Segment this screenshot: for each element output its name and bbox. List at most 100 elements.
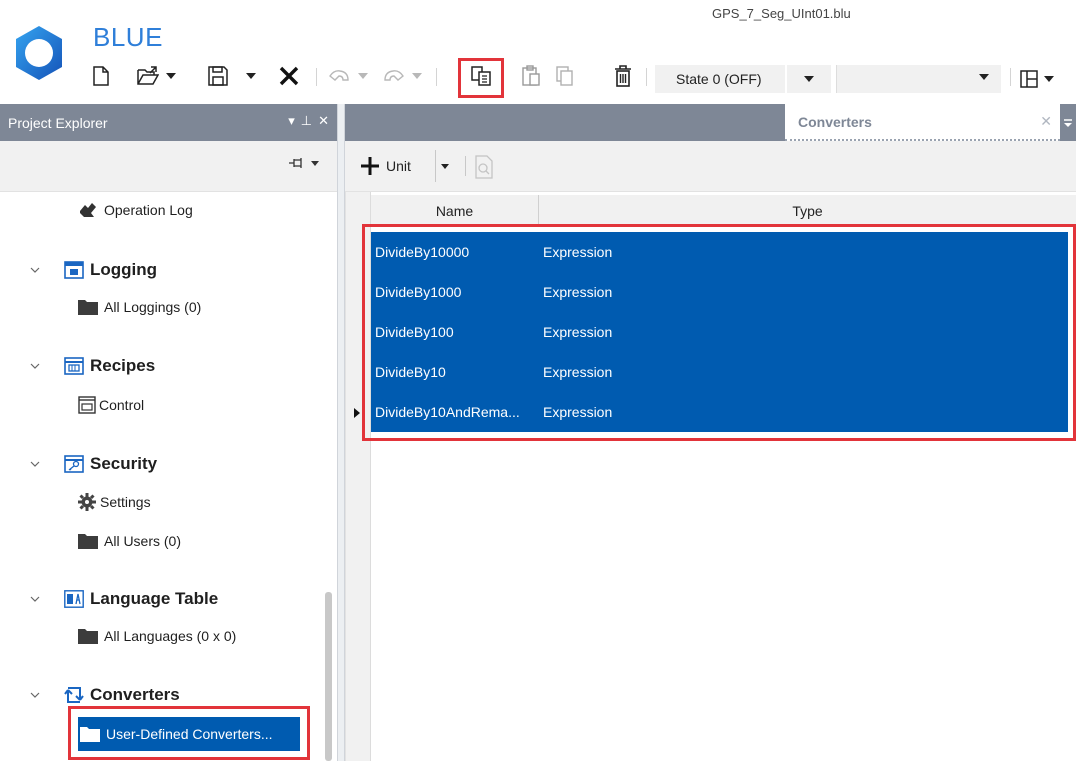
- toolbar-separator: [1010, 68, 1011, 86]
- chevron-down-icon: [804, 76, 814, 82]
- open-dropdown-button[interactable]: [164, 58, 178, 94]
- column-header-type[interactable]: Type: [539, 195, 1076, 227]
- close-button[interactable]: [276, 58, 302, 94]
- chevron-down-icon: [1044, 76, 1054, 82]
- copy-button-highlight: [458, 58, 504, 98]
- control-icon: [78, 396, 96, 414]
- tab-label: Converters: [798, 113, 872, 130]
- caret-right-icon: [354, 408, 360, 418]
- chevron-down-icon: [979, 74, 989, 80]
- undo-button[interactable]: [326, 58, 352, 94]
- add-unit-button[interactable]: Unit: [360, 150, 411, 182]
- tree-category-recipes[interactable]: Recipes: [30, 356, 155, 376]
- tree-category-converters[interactable]: Converters: [30, 685, 180, 705]
- toolbar-separator: [316, 68, 317, 86]
- chevron-down-icon: [30, 362, 64, 370]
- gear-icon: [78, 493, 96, 511]
- secondary-combo[interactable]: [836, 65, 1001, 93]
- paste-icon: [522, 65, 540, 86]
- save-icon: [208, 66, 228, 86]
- chevron-down-icon: [311, 160, 319, 166]
- close-icon[interactable]: ✕: [318, 113, 329, 129]
- logging-icon: [64, 260, 84, 280]
- redo-button[interactable]: [381, 58, 407, 94]
- pane-splitter[interactable]: [337, 104, 345, 761]
- chevron-down-icon: [30, 691, 64, 699]
- preview-button[interactable]: [473, 155, 495, 179]
- tree-item-label: Operation Log: [104, 202, 193, 218]
- folder-icon: [78, 628, 98, 644]
- language-icon: [64, 590, 84, 608]
- chevron-down-icon: [30, 266, 64, 274]
- tree-category-label: Converters: [90, 685, 180, 704]
- close-icon[interactable]: ✕: [1040, 113, 1052, 130]
- layout-button[interactable]: [1020, 63, 1076, 95]
- tree-item-settings[interactable]: Settings: [78, 493, 151, 511]
- redo-icon: [384, 70, 404, 81]
- operation-log-icon: [78, 201, 98, 219]
- undo-icon: [329, 70, 349, 81]
- trash-icon: [615, 65, 631, 87]
- selected-node-highlight: [68, 706, 310, 760]
- grid-column-headers: Name Type: [371, 195, 1076, 227]
- new-file-button[interactable]: [88, 58, 114, 94]
- pin-icon[interactable]: ⊥: [301, 113, 312, 129]
- new-file-icon: [93, 66, 109, 86]
- tree-category-security[interactable]: Security: [30, 454, 157, 474]
- title-bar: BLUE GPS_7_Seg_UInt01.blu State 0 (OFF): [0, 0, 1076, 104]
- save-button[interactable]: [205, 58, 231, 94]
- project-explorer-title: Project Explorer: [8, 114, 108, 131]
- app-name: BLUE: [93, 22, 163, 52]
- tree-item-label: Control: [99, 397, 145, 413]
- chevron-down-icon: [412, 73, 422, 79]
- column-header-name[interactable]: Name: [371, 195, 539, 227]
- tree-category-language-table[interactable]: Language Table: [30, 589, 218, 609]
- tree-item-label: Settings: [100, 494, 151, 510]
- save-dropdown-button[interactable]: [244, 58, 258, 94]
- redo-dropdown-button[interactable]: [410, 58, 424, 94]
- selected-rows-highlight: [362, 224, 1076, 441]
- tree-category-label: Logging: [90, 260, 158, 279]
- tree-scrollbar-thumb[interactable]: [325, 592, 332, 761]
- pin-options-button[interactable]: [288, 157, 319, 169]
- recipes-icon: [64, 356, 84, 376]
- tree-item-all-users[interactable]: All Users (0): [78, 533, 181, 549]
- tab-menu-icon: [1064, 118, 1072, 127]
- tab-list-button[interactable]: [1060, 104, 1076, 141]
- open-button[interactable]: [134, 58, 162, 94]
- tree-item-all-loggings[interactable]: All Loggings (0): [78, 299, 201, 315]
- add-unit-label: Unit: [386, 158, 411, 174]
- chevron-down-icon: [30, 595, 64, 603]
- tree-category-logging[interactable]: Logging: [30, 260, 157, 280]
- undo-dropdown-button[interactable]: [356, 58, 370, 94]
- paste-button[interactable]: [518, 58, 544, 94]
- current-row-indicator: [354, 405, 360, 421]
- open-folder-icon: [137, 66, 159, 85]
- toolbar-separator: [436, 68, 437, 86]
- toolbar-separator: [646, 68, 647, 86]
- state-dropdown-button[interactable]: [787, 65, 831, 93]
- security-icon: [64, 454, 84, 474]
- state-selector[interactable]: State 0 (OFF): [655, 65, 785, 93]
- duplicate-icon: [556, 66, 573, 86]
- blue-logo: [10, 24, 68, 82]
- layout-icon: [1020, 70, 1038, 88]
- window-title: GPS_7_Seg_UInt01.blu: [712, 6, 851, 21]
- close-icon: [279, 66, 299, 86]
- tree-item-all-languages[interactable]: All Languages (0 x 0): [78, 628, 236, 644]
- tree-category-label: Recipes: [90, 356, 156, 375]
- chevron-down-icon: [246, 73, 256, 79]
- tab-converters[interactable]: Converters ✕: [785, 104, 1060, 141]
- converters-toolbar: [345, 141, 1076, 192]
- project-explorer-toolbar: [0, 141, 337, 192]
- duplicate-button[interactable]: [552, 58, 578, 94]
- tree-category-label: Language Table: [90, 589, 219, 608]
- tree-item-operation-log[interactable]: Operation Log: [78, 201, 193, 219]
- add-unit-dropdown-button[interactable]: [435, 150, 453, 182]
- tree-item-control[interactable]: Control: [78, 396, 144, 414]
- tree-category-label: Security: [90, 454, 158, 473]
- delete-button[interactable]: [610, 58, 636, 94]
- folder-icon: [78, 533, 98, 549]
- pane-menu-icon[interactable]: ▾: [288, 113, 295, 129]
- tree-item-label: All Users (0): [104, 533, 182, 549]
